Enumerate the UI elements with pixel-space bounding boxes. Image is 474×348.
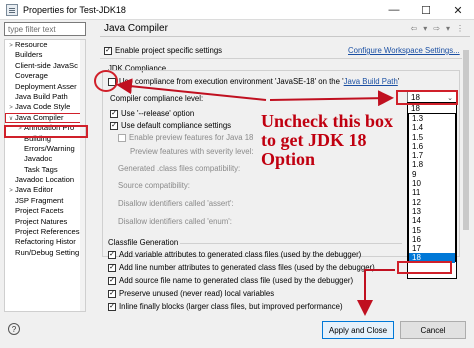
cancel-button[interactable]: Cancel (400, 321, 466, 339)
arrow-to-apply (357, 269, 395, 316)
apply-and-close-button[interactable]: Apply and Close (322, 321, 394, 339)
arrow-to-checkbox (116, 78, 267, 101)
arrow-to-combo (269, 90, 394, 107)
help-icon[interactable]: ? (8, 323, 20, 335)
annotation-arrows (116, 78, 395, 316)
